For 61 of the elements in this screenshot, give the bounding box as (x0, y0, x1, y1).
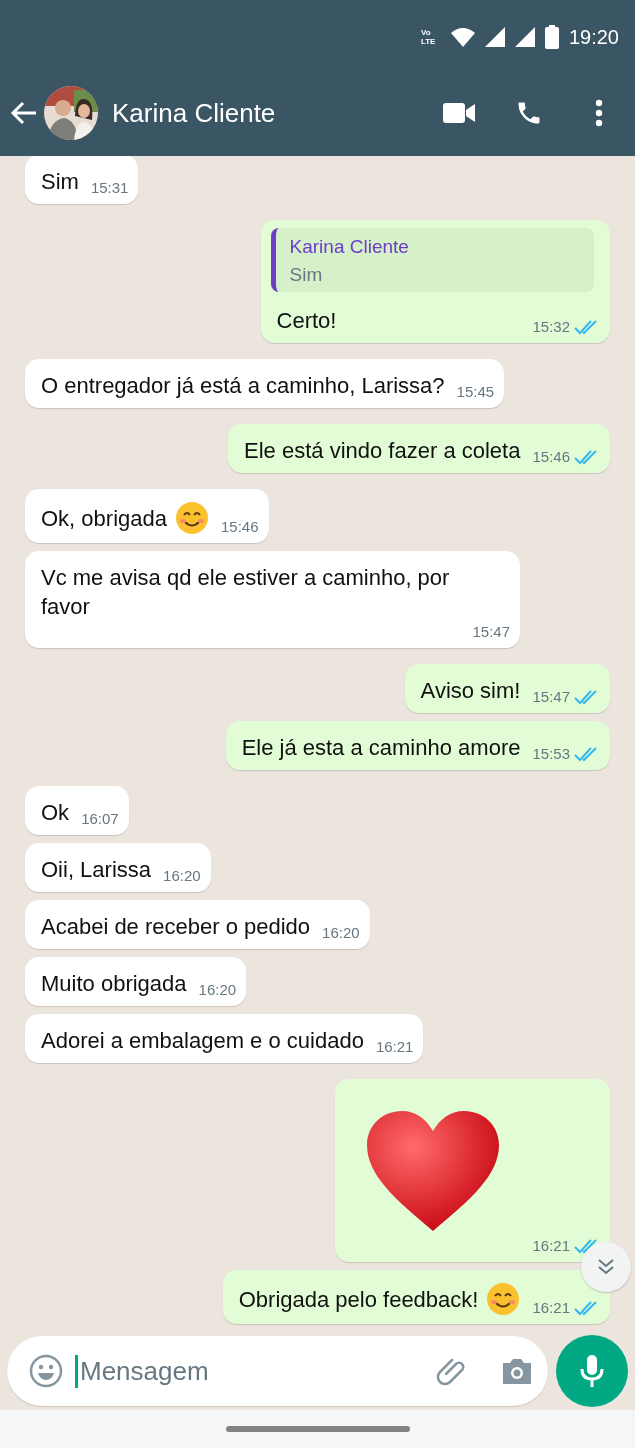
message-time: 15:32 (532, 318, 570, 335)
message-text: Aviso sim! (420, 677, 521, 705)
message-bubble[interactable]: Ele está vindo fazer a coleta 15:46 (228, 424, 610, 473)
message-text: Obrigada pelo feedback! (238, 1285, 479, 1314)
message-time: 15:47 (472, 623, 510, 640)
message-bubble[interactable]: Ele já esta a caminho amore 15:53 (225, 721, 610, 770)
message-time: 16:20 (198, 981, 237, 998)
message-time: 16:21 (375, 1038, 414, 1055)
quoted-author: Karina Cliente (289, 236, 410, 258)
emoji-icon[interactable] (29, 1354, 63, 1388)
message-text: Ok (41, 799, 70, 827)
message-text: Oii, Larissa (41, 856, 152, 884)
sticker-bubble[interactable]: 16:21 (335, 1079, 610, 1262)
chevron-down-icon (596, 1257, 616, 1277)
message-bubble[interactable]: Muito obrigada 16:20 (25, 957, 247, 1006)
message-text: Adorei a embalagem e o cuidado (41, 1027, 364, 1055)
scroll-down-button[interactable] (581, 1242, 631, 1292)
camera-icon[interactable] (500, 1356, 534, 1386)
message-bubble[interactable]: Obrigada pelo feedback! 16:21 (222, 1270, 610, 1324)
battery-icon (544, 25, 559, 49)
message-time: 16:21 (532, 1237, 570, 1254)
back-arrow-icon[interactable] (10, 101, 38, 125)
message-bubble[interactable]: Adorei a embalagem e o cuidado 16:21 (25, 1014, 424, 1063)
contact-name[interactable]: Karina Cliente (112, 97, 411, 129)
message-time: 16:07 (81, 810, 119, 827)
message-text: Ok, obrigada (41, 504, 167, 533)
message-time: 15:46 (220, 518, 259, 535)
quoted-message[interactable]: Karina Cliente Sim (270, 228, 594, 292)
message-bubble[interactable]: Sim 15:31 (25, 156, 139, 204)
message-bubble[interactable]: Vc me avisa qd ele estiver a caminho, por favor 15:47 (25, 551, 520, 648)
message-text: Vc me avisa qd ele estiver a caminho, por favor (41, 564, 451, 621)
message-bubble[interactable]: Ok, obrigada 15:46 (25, 489, 269, 543)
message-time: 16:21 (532, 1299, 570, 1316)
message-bubble[interactable]: Karina Cliente Sim Certo! 15:32 (260, 220, 610, 343)
message-field[interactable]: Mensagem (7, 1336, 548, 1406)
message-bubble[interactable]: Acabei de receber o pedido 16:20 (25, 900, 370, 949)
message-time: 16:20 (322, 924, 360, 941)
message-bubble[interactable]: Aviso sim! 15:47 (404, 664, 610, 713)
message-bubble[interactable]: Ok 16:07 (25, 786, 129, 835)
message-time: 15:31 (90, 179, 129, 196)
message-text: O entregador já está a caminho, Larissa? (41, 372, 445, 400)
message-time: 15:46 (532, 448, 570, 465)
message-text: Certo! (276, 307, 337, 335)
message-time: 16:20 (163, 867, 201, 884)
signal-icon (484, 27, 505, 47)
signal-icon (514, 27, 535, 47)
quoted-text: Sim (289, 264, 324, 286)
message-text: Acabei de receber o pedido (41, 913, 311, 941)
message-time: 15:53 (532, 745, 570, 762)
microphone-icon (580, 1354, 604, 1388)
message-bubble[interactable]: O entregador já está a caminho, Larissa? 15:45 (25, 359, 505, 408)
message-time: 15:45 (456, 383, 495, 400)
message-text: Muito obrigada (41, 970, 187, 998)
wifi-icon (450, 27, 475, 47)
message-text: Sim (41, 168, 79, 196)
message-bubble[interactable]: Oii, Larissa 16:20 (25, 843, 211, 892)
message-text: Ele já esta a caminho amore (241, 734, 521, 762)
volte-indicator: Vo LTE (420, 28, 437, 46)
status-time: 19:20 (568, 25, 619, 49)
message-time: 15:47 (532, 688, 570, 705)
message-text: Ele está vindo fazer a coleta (244, 437, 521, 465)
